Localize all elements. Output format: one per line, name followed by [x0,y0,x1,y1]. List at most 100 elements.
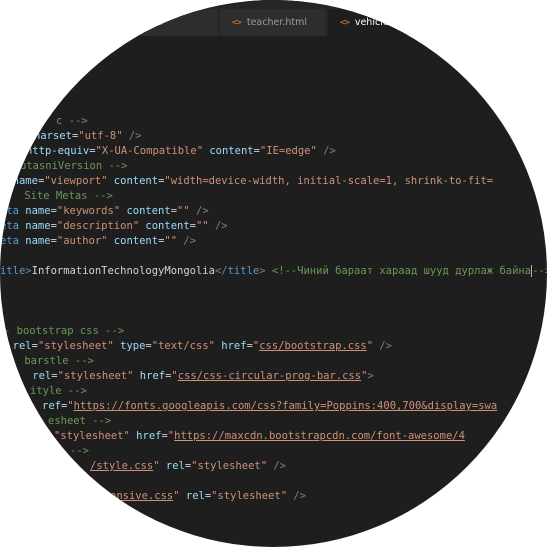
code-line[interactable]: http-equiv="X-UA-Compatible" content="IE… [26,144,336,159]
code-token: css/css-circular-prog-bar.css [177,370,362,382]
code-line[interactable]: ityle --> [30,384,87,399]
code-token: /> [208,220,228,232]
code-token: > [367,370,374,382]
code-token: name [18,205,51,217]
code-token: "width=device-width, initial-scale=1, sh… [164,175,494,187]
code-editor[interactable]: c --> harset="utf-8" /> http-equiv="X-UA-C… [0,114,547,534]
code-line[interactable]: itle>InformationTechnologyMongolia</titl… [0,264,547,279]
code-token: onsive.css [110,490,174,502]
html-file-icon: <> [232,17,242,28]
code-token: href [133,370,166,382]
code-token: content [139,220,190,232]
code-token: "author" [56,235,108,247]
code-line[interactable]: esheet --> [48,414,111,429]
editor-viewport: <> ex.html <> teacher.html <> vehicle c … [0,0,547,547]
code-token: /> [122,130,142,142]
code-token: "stylesheet" [211,490,288,502]
code-token: /> [177,235,197,247]
code-token: c --> [56,115,88,127]
code-line[interactable]: a name="viewport" content="width=device-… [0,174,493,189]
code-token: utasniVersion --> [20,160,128,172]
code-token: content [120,205,171,217]
code-token: "description" [56,220,140,232]
code-token: /> [316,145,336,157]
code-token: "stylesheet" [37,340,114,352]
code-token: "text/css" [151,340,215,352]
tab-teacher-html[interactable]: <> teacher.html [220,9,326,36]
code-token: name [18,220,51,232]
code-token: /> [287,490,306,502]
code-token: itle [0,265,26,277]
code-token: <!--Чиний бараат хараад шууд дурлаж байн… [271,265,532,277]
code-line[interactable]: - bootstrap css --> [4,324,124,339]
code-line[interactable]: rel="stylesheet" href="css/css-circular-… [26,369,374,384]
html-file-icon: <> [340,17,350,28]
code-token: "stylesheet" [57,370,134,382]
code-line[interactable]: /style.css" rel="stylesheet" /> [90,459,286,474]
code-token: rel [6,340,32,352]
code-token: eta [0,205,19,217]
code-token: "" [177,205,190,217]
code-line[interactable]: barstle --> [18,354,94,369]
tab-label: ex.html [126,17,163,28]
code-token: https://maxcdn.bootstrapcdn.com/font-awe… [174,430,465,442]
code-line[interactable]: onsive.css" rel="stylesheet" /> [110,489,306,504]
code-token: "X-UA-Compatible" [95,145,204,157]
code-token: /style.css [90,460,154,472]
code-line[interactable]: c --> [56,114,88,129]
code-line[interactable]: harset="utf-8" /> [34,129,142,144]
editor-tab-bar: <> ex.html <> teacher.html <> vehicle [0,0,547,36]
code-token: title [227,265,260,277]
code-line[interactable]: eta name="author" content="" /> [0,234,196,249]
code-token: ref [42,400,61,412]
tab-vehicle-html[interactable]: <> vehicle [328,9,547,36]
code-line[interactable]: eta name="description" content="" /> [0,219,228,234]
code-token: css/bootstrap.css [259,340,367,352]
code-token: "utf-8" [78,130,123,142]
code-token: rel [26,370,52,382]
code-token: "" [164,235,178,247]
code-token: barstle --> [18,355,94,367]
code-line[interactable]: eta name="keywords" content="" /> [0,204,209,219]
code-token: "viewport" [44,175,108,187]
code-token: </ [214,265,228,277]
code-token: name [18,235,51,247]
code-token: name [6,175,38,187]
code-line[interactable]: Site Metas --> [18,189,113,204]
code-token: eta [0,220,19,232]
code-token: /> [373,340,392,352]
code-token: rel [159,460,185,472]
tab-label: vehicle [354,17,389,28]
code-line[interactable]: k rel="stylesheet" type="text/css" href=… [0,339,392,354]
code-line[interactable]: --> [70,444,89,459]
code-line[interactable]: ref="https://fonts.googleapis.com/css?fa… [42,399,497,414]
code-token: rel [179,490,205,502]
code-token: type [113,340,146,352]
code-token: harset [34,130,72,142]
code-token: href [214,340,247,352]
code-token: https://fonts.googleapis.com/css?family=… [73,400,498,412]
code-token: "stylesheet" [54,430,130,442]
code-token: /> [189,205,209,217]
code-token: "IE=edge" [259,145,317,157]
tab-index-html[interactable]: <> ex.html [100,9,218,36]
code-token: - bootstrap css --> [4,325,125,337]
code-token: ityle --> [30,385,87,397]
html-file-icon: <> [112,17,122,28]
code-token: --> [70,445,89,457]
code-token: content [107,235,159,247]
code-token: http-equiv [26,145,90,157]
code-token: "keywords" [56,205,121,217]
code-token: eta [0,235,19,247]
tab-label: teacher.html [246,17,308,28]
code-token: content [107,175,159,187]
code-line[interactable]: "stylesheet" href="https://maxcdn.bootst… [54,429,465,444]
code-token: Site Metas --> [18,190,113,202]
code-token: "stylesheet" [191,460,268,472]
code-token: href [129,430,162,442]
code-line[interactable]: utasniVersion --> [20,159,127,174]
code-token: InformationTechnologyMongolia [31,265,215,277]
code-token: /> [267,460,286,472]
code-token: "" [196,220,209,232]
code-token: esheet --> [48,415,112,427]
